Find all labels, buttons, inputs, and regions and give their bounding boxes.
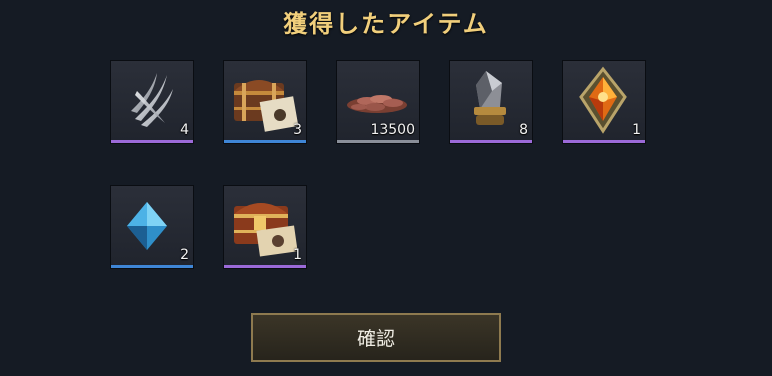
rarity-bar xyxy=(337,140,419,143)
item-quantity: 3 xyxy=(293,122,302,138)
item-slot[interactable]: 3 xyxy=(223,60,307,144)
rarity-bar xyxy=(563,140,645,143)
item-slot[interactable]: 4 xyxy=(110,60,194,144)
item-slot[interactable]: 13500 xyxy=(336,60,420,144)
item-quantity: 8 xyxy=(519,122,528,138)
dialog-title: 獲得したアイテム xyxy=(283,10,489,38)
rarity-bar xyxy=(450,140,532,143)
item-slot[interactable]: 1 xyxy=(562,60,646,144)
rarity-bar xyxy=(111,140,193,143)
rarity-bar xyxy=(111,265,193,268)
item-slot[interactable]: 2 xyxy=(110,185,194,269)
confirm-button-label: 確認 xyxy=(356,328,395,350)
item-slot[interactable]: 1 xyxy=(223,185,307,269)
item-slot[interactable]: 8 xyxy=(449,60,533,144)
item-quantity: 1 xyxy=(293,247,302,263)
item-quantity: 1 xyxy=(632,122,641,138)
rarity-bar xyxy=(224,140,306,143)
item-quantity: 13500 xyxy=(370,122,415,138)
item-quantity: 4 xyxy=(180,122,189,138)
item-quantity: 2 xyxy=(180,247,189,263)
rarity-bar xyxy=(224,265,306,268)
confirm-button[interactable]: 確認 xyxy=(251,313,501,362)
